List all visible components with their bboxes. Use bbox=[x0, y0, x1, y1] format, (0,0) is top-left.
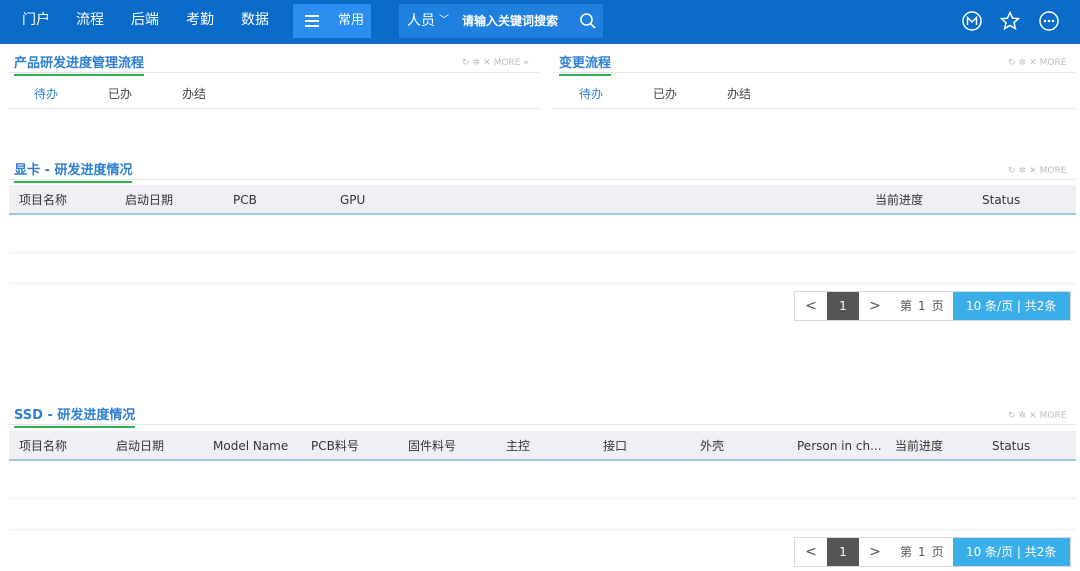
column-header[interactable]: GPU bbox=[340, 185, 365, 215]
table-row[interactable] bbox=[9, 222, 1076, 253]
more-link[interactable]: MORE bbox=[1040, 58, 1067, 68]
m-circle-icon[interactable] bbox=[961, 10, 983, 32]
more-link[interactable]: MORE bbox=[494, 58, 521, 68]
page-indicator: 第1页 bbox=[891, 538, 953, 566]
gpu-table-header: 项目名称 启动日期 PCB GPU 当前进度 Status bbox=[9, 185, 1076, 215]
panel-tools: ↻ ✲ ✕ MORE bbox=[1008, 411, 1069, 421]
page-prefix: 第 bbox=[900, 545, 913, 559]
current-page-button[interactable]: 1 bbox=[827, 292, 859, 320]
chevron-down-icon[interactable]: ﹀ bbox=[439, 4, 449, 38]
column-header[interactable]: PCB料号 bbox=[311, 431, 359, 461]
divider bbox=[9, 108, 540, 109]
tab-todo[interactable]: 待办 bbox=[579, 85, 603, 102]
more-link[interactable]: MORE bbox=[1040, 411, 1067, 421]
menu-button[interactable] bbox=[293, 4, 331, 38]
more-circle-icon[interactable] bbox=[1038, 10, 1060, 32]
search-scope-select[interactable]: 人员 bbox=[407, 4, 435, 38]
refresh-icon[interactable]: ↻ bbox=[462, 58, 470, 68]
refresh-icon[interactable]: ↻ bbox=[1008, 58, 1016, 68]
nav-item-data[interactable]: 数据 bbox=[241, 0, 269, 40]
tab-finished[interactable]: 办结 bbox=[182, 85, 206, 102]
settings-icon[interactable]: ✲ bbox=[1019, 411, 1027, 421]
ssd-pagination: < 1 > 第1页 10 条/页 | 共2条 bbox=[794, 537, 1071, 567]
refresh-icon[interactable]: ↻ bbox=[1008, 411, 1016, 421]
next-page-button[interactable]: > bbox=[859, 538, 891, 566]
common-button[interactable]: 常用 bbox=[331, 4, 371, 38]
prev-page-button[interactable]: < bbox=[795, 292, 827, 320]
column-header[interactable]: 当前进度 bbox=[875, 185, 923, 215]
column-header[interactable]: 固件料号 bbox=[408, 431, 456, 461]
page-suffix: 页 bbox=[931, 545, 944, 559]
current-page-button[interactable]: 1 bbox=[827, 538, 859, 566]
close-icon[interactable]: ✕ bbox=[483, 58, 491, 68]
divider bbox=[553, 108, 1076, 109]
page-prefix: 第 bbox=[900, 299, 913, 313]
refresh-icon[interactable]: ↻ bbox=[1008, 166, 1016, 176]
settings-icon[interactable]: ✲ bbox=[473, 58, 481, 68]
page-size-select[interactable]: 10 条/页 | 共2条 bbox=[952, 292, 1070, 320]
top-nav-bar: 门户 流程 后端 考勤 数据 常用 人员 ﹀ bbox=[0, 0, 1080, 44]
close-icon[interactable]: ✕ bbox=[1029, 166, 1037, 176]
column-header[interactable]: 外壳 bbox=[700, 431, 724, 461]
next-page-button[interactable]: > bbox=[859, 292, 891, 320]
column-header[interactable]: 项目名称 bbox=[19, 185, 67, 215]
column-header[interactable]: 主控 bbox=[506, 431, 530, 461]
column-header[interactable]: 项目名称 bbox=[19, 431, 67, 461]
nav-item-attendance[interactable]: 考勤 bbox=[186, 0, 214, 40]
star-icon[interactable] bbox=[999, 10, 1021, 32]
chevron-right-icon[interactable]: » bbox=[523, 58, 529, 68]
nav-item-backend[interactable]: 后端 bbox=[131, 0, 159, 40]
tab-done[interactable]: 已办 bbox=[108, 85, 132, 102]
column-header[interactable]: 启动日期 bbox=[116, 431, 164, 461]
column-header[interactable]: Model Name bbox=[213, 431, 288, 461]
search-icon[interactable] bbox=[579, 12, 597, 30]
gpu-pagination: < 1 > 第1页 10 条/页 | 共2条 bbox=[794, 291, 1071, 321]
tab-todo[interactable]: 待办 bbox=[34, 85, 58, 102]
ssd-table-header: 项目名称 启动日期 Model Name PCB料号 固件料号 主控 接口 外壳… bbox=[9, 431, 1076, 461]
nav-item-flow[interactable]: 流程 bbox=[76, 0, 104, 40]
panel-tools: ↻ ✲ ✕ MORE bbox=[1008, 58, 1069, 68]
divider bbox=[553, 72, 1076, 73]
column-header[interactable]: PCB bbox=[233, 185, 257, 215]
page-indicator: 第1页 bbox=[891, 292, 953, 320]
divider bbox=[9, 179, 1076, 180]
prev-page-button[interactable]: < bbox=[795, 538, 827, 566]
table-row[interactable] bbox=[9, 499, 1076, 530]
table-row[interactable] bbox=[9, 253, 1076, 284]
page-suffix: 页 bbox=[931, 299, 944, 313]
divider bbox=[9, 424, 1076, 425]
column-header[interactable]: 接口 bbox=[603, 431, 627, 461]
settings-icon[interactable]: ✲ bbox=[1019, 166, 1027, 176]
column-header[interactable]: Status bbox=[992, 431, 1030, 461]
page-number: 1 bbox=[918, 299, 926, 313]
tab-finished[interactable]: 办结 bbox=[727, 85, 751, 102]
tab-done[interactable]: 已办 bbox=[653, 85, 677, 102]
nav-item-portal[interactable]: 门户 bbox=[22, 0, 50, 40]
search-input[interactable] bbox=[462, 11, 572, 31]
settings-icon[interactable]: ✲ bbox=[1019, 58, 1027, 68]
table-row[interactable] bbox=[9, 468, 1076, 499]
hamburger-icon bbox=[305, 15, 319, 27]
more-link[interactable]: MORE bbox=[1040, 166, 1067, 176]
column-header[interactable]: 启动日期 bbox=[125, 185, 173, 215]
panel-tools: ↻ ✲ ✕ MORE» bbox=[462, 58, 532, 68]
column-header[interactable]: 当前进度 bbox=[895, 431, 943, 461]
panel-tools: ↻ ✲ ✕ MORE bbox=[1008, 166, 1069, 176]
page-number: 1 bbox=[918, 545, 926, 559]
close-icon[interactable]: ✕ bbox=[1029, 411, 1037, 421]
divider bbox=[9, 72, 540, 73]
page-size-select[interactable]: 10 条/页 | 共2条 bbox=[952, 538, 1070, 566]
column-header[interactable]: Person in ch... bbox=[797, 431, 882, 461]
column-header[interactable]: Status bbox=[982, 185, 1020, 215]
close-icon[interactable]: ✕ bbox=[1029, 58, 1037, 68]
search-box: 人员 ﹀ bbox=[399, 4, 603, 38]
